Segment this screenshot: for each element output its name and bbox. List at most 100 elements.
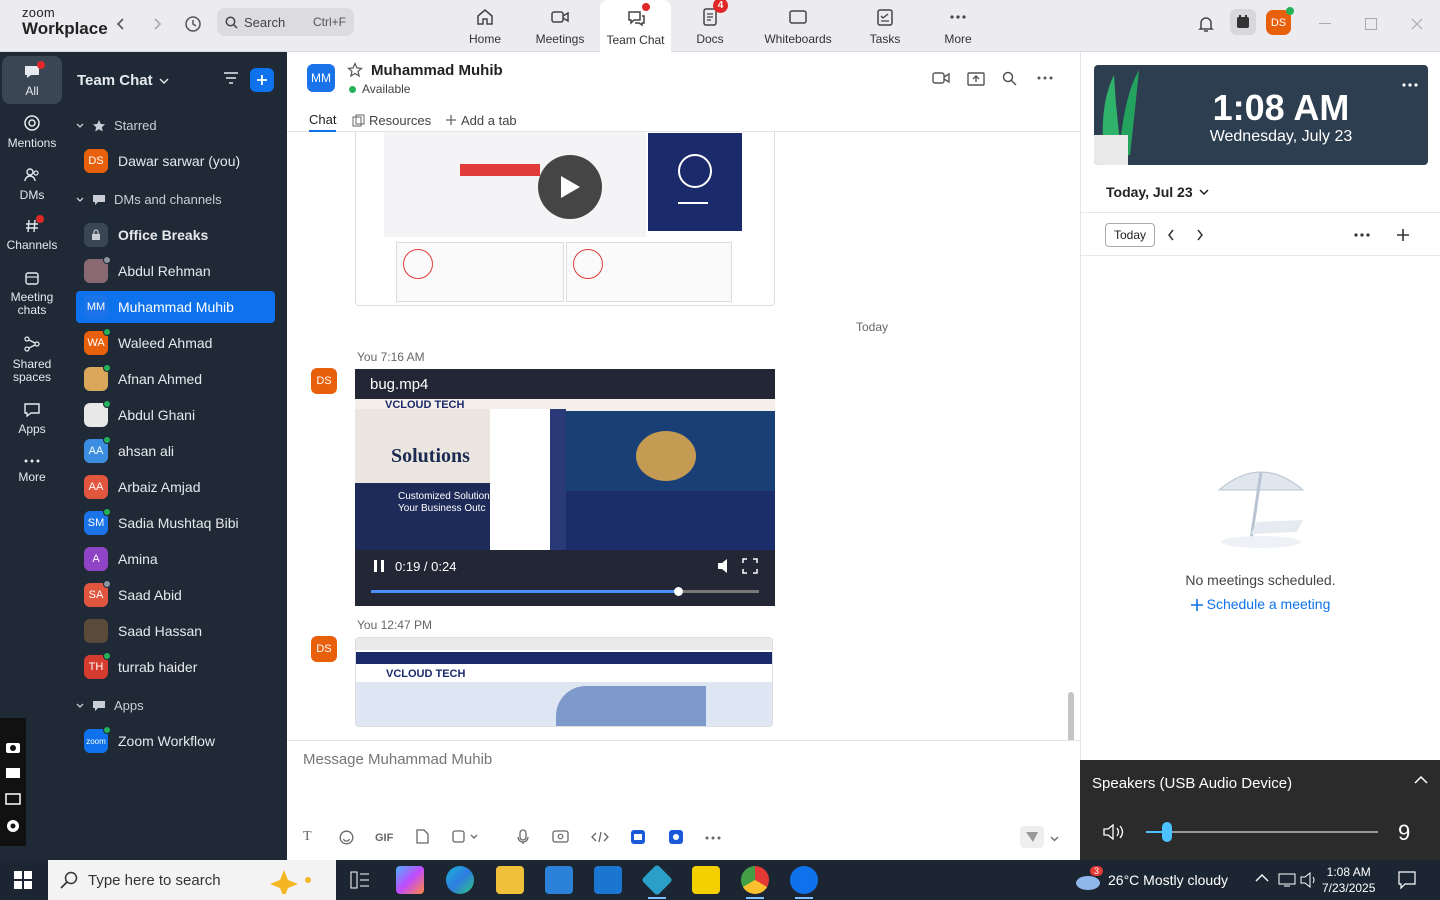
app-icon-2[interactable] [668,829,684,845]
emoji-icon[interactable] [339,830,354,845]
screenshot-icon[interactable] [452,829,478,844]
dm-item[interactable]: Abdul Rehman [76,255,275,287]
settings-gear-icon[interactable] [5,818,21,834]
speaker-device-name[interactable]: Speakers (USB Audio Device) [1092,775,1292,792]
text-format-icon[interactable]: T [303,829,312,845]
nav-docs[interactable]: 4 Docs [690,0,730,52]
dm-item[interactable]: SA Saad Abid [76,579,275,611]
app-icon[interactable] [641,864,673,896]
network-icon[interactable] [1278,872,1296,888]
nav-more[interactable]: More [940,0,976,52]
dm-item[interactable]: Afnan Ahmed [76,363,275,395]
scrollbar[interactable] [1068,692,1074,740]
share-screen-icon[interactable] [967,71,985,87]
volume-icon[interactable] [717,558,733,574]
new-chat-button[interactable] [250,68,274,92]
starred-section[interactable]: Starred [76,118,157,133]
tab-add[interactable]: Add a tab [445,108,517,132]
user-avatar[interactable]: DS [1266,7,1294,35]
volume-slider[interactable] [1146,822,1378,842]
tab-resources[interactable]: Resources [352,108,431,132]
task-view-icon[interactable] [350,871,370,889]
store-app-icon[interactable] [545,866,573,894]
edge-app-icon[interactable] [446,866,474,894]
history-icon[interactable] [181,12,205,36]
filter-icon[interactable] [222,70,240,86]
video-progress-track[interactable] [371,587,759,596]
schedule-meeting-link[interactable]: Schedule a meeting [1081,596,1440,612]
gif-button[interactable]: GIF [375,832,393,844]
minimize-icon[interactable] [1313,12,1337,36]
dm-item-selected[interactable]: MM Muhammad Muhib [76,291,275,323]
nav-team-chat[interactable]: Team Chat [600,0,671,53]
nav-tasks[interactable]: Tasks [866,0,904,52]
rail-all[interactable]: All [2,56,62,104]
play-button[interactable] [538,155,602,219]
nav-home[interactable]: Home [462,0,508,52]
volume-thumb[interactable] [1161,822,1172,842]
windows-start-icon[interactable] [14,871,32,889]
tab-chat[interactable]: Chat [309,108,337,132]
app-item-zoom-workflow[interactable]: zoom Zoom Workflow [76,725,275,757]
day-heading[interactable]: Today, Jul 23 [1106,184,1209,200]
sticky-notes-icon[interactable] [692,866,720,894]
taskbar-clock[interactable]: 1:08 AM 7/23/2025 [1322,864,1375,896]
speaker-icon[interactable] [1102,822,1128,842]
fullscreen-icon[interactable] [742,558,758,574]
sender-avatar[interactable]: DS [311,368,337,394]
microphone-icon[interactable] [517,829,529,845]
dm-item[interactable]: AA Arbaiz Amjad [76,471,275,503]
notification-center-icon[interactable] [1397,870,1417,890]
rail-apps[interactable]: Apps [2,402,62,436]
rail-shared-spaces[interactable]: Shared spaces [2,335,62,384]
calendar-app-icon[interactable] [1230,9,1256,35]
code-snippet-icon[interactable] [591,831,609,843]
chrome-app-icon[interactable] [741,866,769,894]
apps-section[interactable]: Apps [76,698,144,713]
starred-item-self[interactable]: DS Dawar sarwar (you) [76,145,275,177]
pause-icon[interactable] [374,560,384,572]
video-progress-thumb[interactable] [673,587,683,596]
dm-item[interactable]: WA Waleed Ahmad [76,327,275,359]
copilot-app-icon[interactable] [396,866,424,894]
search-box[interactable]: Search Ctrl+F [217,8,354,36]
send-options-chevron-icon[interactable] [1050,836,1059,842]
video-message-icon[interactable] [552,830,569,843]
dm-item[interactable]: A Amina [76,543,275,575]
nav-meetings[interactable]: Meetings [530,0,590,52]
dm-item[interactable]: TH turrab haider [76,651,275,683]
camera-icon[interactable] [5,740,21,754]
maximize-icon[interactable] [1359,12,1383,36]
more-tools-icon[interactable] [705,836,721,840]
search-icon[interactable] [1002,71,1017,86]
send-icon[interactable] [1020,826,1044,848]
app-icon-1[interactable] [630,829,646,845]
next-day-icon[interactable] [1196,229,1204,241]
sidebar-title[interactable]: Team Chat [77,72,169,89]
file-explorer-icon[interactable] [496,866,524,894]
video-record-icon[interactable] [5,766,21,780]
video-call-icon[interactable] [932,71,950,85]
dm-item[interactable]: AA ahsan ali [76,435,275,467]
back-arrow-icon[interactable] [109,12,133,36]
mail-app-icon[interactable] [594,866,622,894]
taskbar-search[interactable]: Type here to search [48,860,336,900]
star-icon[interactable] [347,62,363,78]
nav-whiteboards[interactable]: Whiteboards [760,0,836,52]
zoom-app-icon[interactable] [790,866,818,894]
more-options-icon[interactable] [1037,76,1053,80]
image-attachment[interactable]: VCLOUD TECH [355,637,773,727]
more-options-icon[interactable] [1354,233,1370,237]
previous-day-icon[interactable] [1167,229,1175,241]
rail-more[interactable]: More [2,456,62,484]
channel-office-breaks[interactable]: Office Breaks [76,219,275,251]
contact-avatar[interactable]: MM [307,64,335,92]
file-icon[interactable] [416,829,429,844]
dms-section[interactable]: DMs and channels [76,192,222,207]
dm-item[interactable]: Abdul Ghani [76,399,275,431]
weather-icon[interactable]: 3 [1074,866,1104,891]
rail-channels[interactable]: Channels [2,215,62,252]
rail-dms[interactable]: DMs [2,166,62,202]
bell-icon[interactable] [1194,12,1218,36]
forward-arrow-icon[interactable] [145,12,169,36]
